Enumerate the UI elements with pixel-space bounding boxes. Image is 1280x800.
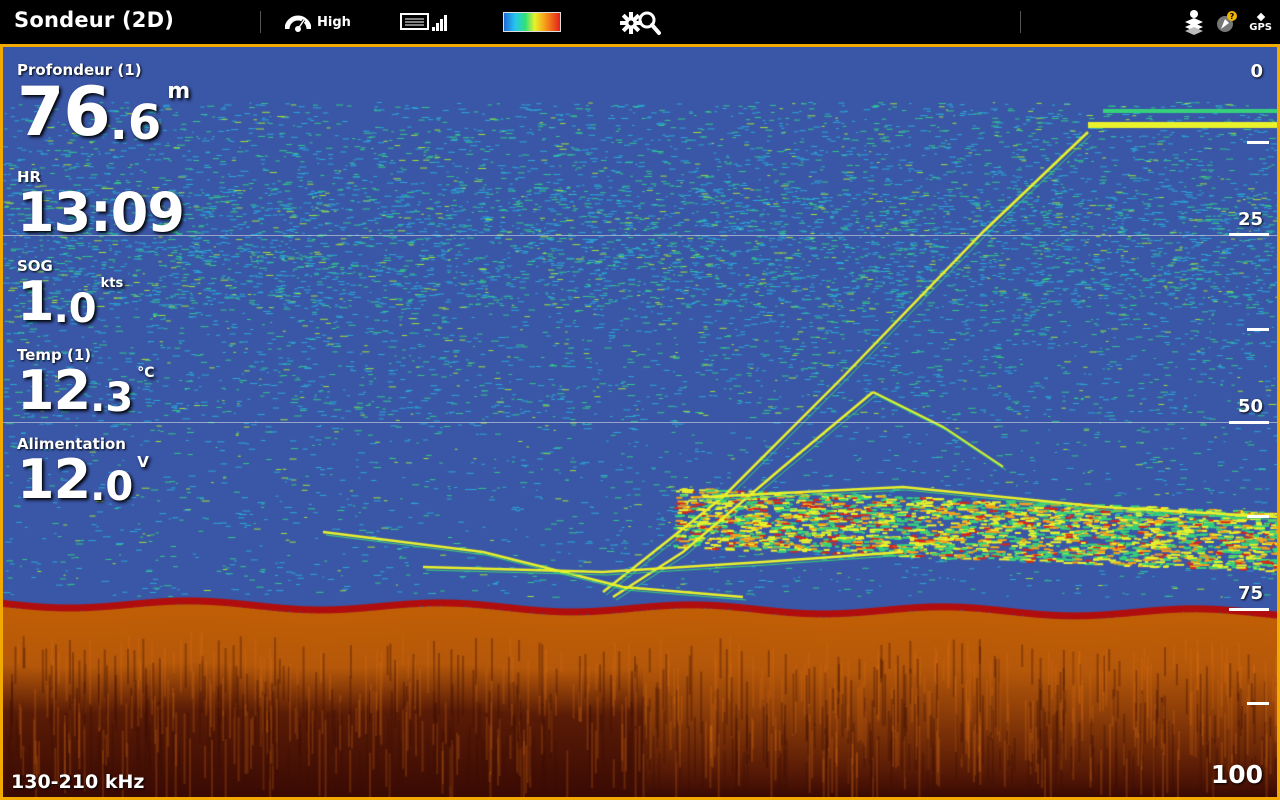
alarm-icon[interactable]: ? <box>1215 10 1239 34</box>
depth-scale-tick <box>1247 702 1269 705</box>
depth-readout-unit: m <box>167 79 191 104</box>
gps-signal-icon <box>1256 12 1265 21</box>
sog-readout[interactable]: SOG 1 .0 kts <box>17 257 123 329</box>
gps-icon[interactable]: GPS <box>1249 12 1272 33</box>
depth-scale-label: 50 <box>1237 396 1263 417</box>
svg-text:?: ? <box>1230 12 1235 21</box>
sog-readout-int: 1 <box>17 270 55 333</box>
layers-icon[interactable] <box>1183 9 1205 35</box>
sensitivity-label: High <box>317 14 351 30</box>
signal-bars-icon <box>432 15 447 31</box>
depth-scale-label: 25 <box>1237 209 1263 230</box>
temp-readout-dec: .3 <box>90 375 134 421</box>
depth-readout-int: 76 <box>17 73 111 152</box>
depth-scale-label: 75 <box>1237 583 1263 604</box>
depth-readout-dec: .6 <box>109 95 162 151</box>
frequency-label: 130-210 kHz <box>11 771 145 793</box>
depth-scale-tick <box>1229 421 1269 424</box>
page-title: Sondeur (2D) <box>14 8 175 32</box>
settings-zoom-button[interactable] <box>620 9 662 41</box>
depth-grid-line <box>3 422 1277 423</box>
toolbar-divider <box>1020 11 1021 33</box>
depth-scale-tick <box>1229 608 1269 611</box>
depth-scale-tick <box>1247 141 1269 144</box>
sensitivity-button[interactable]: High <box>285 10 351 34</box>
chart-view-icon <box>400 13 447 31</box>
temp-readout-unit: °C <box>137 365 155 381</box>
toolbar-divider <box>260 11 261 33</box>
status-icons: ? GPS <box>1183 8 1272 36</box>
power-readout-dec: .0 <box>90 464 134 510</box>
sonar-pane[interactable]: 0 25 50 75 Profondeur (1) 76 .6 m HR 13:… <box>0 44 1280 800</box>
power-readout-unit: V <box>137 453 149 471</box>
time-readout[interactable]: HR 13:09 <box>17 168 185 244</box>
depth-range-label: 100 <box>1210 760 1263 789</box>
power-readout[interactable]: Alimentation 12 .0 V <box>17 435 149 507</box>
depth-readout[interactable]: Profondeur (1) 76 .6 m <box>17 61 190 147</box>
temp-readout-int: 12 <box>17 359 91 422</box>
depth-scale-tick <box>1229 233 1269 236</box>
depth-grid-line <box>3 235 1277 236</box>
depth-scale-label: 0 <box>1250 61 1263 82</box>
sensitivity-icon <box>285 15 311 32</box>
sog-readout-unit: kts <box>100 276 124 291</box>
time-readout-value: 13:09 <box>17 181 185 244</box>
color-palette-button[interactable] <box>503 12 561 32</box>
temp-readout[interactable]: Temp (1) 12 .3 °C <box>17 346 154 418</box>
top-bar: Sondeur (2D) High ? GPS <box>0 0 1280 44</box>
settings-zoom-icon <box>620 11 661 35</box>
gps-label: GPS <box>1249 21 1272 33</box>
sog-readout-dec: .0 <box>53 286 97 332</box>
chart-view-button[interactable] <box>400 11 450 37</box>
power-readout-int: 12 <box>17 448 91 511</box>
depth-scale-tick <box>1247 515 1269 518</box>
depth-scale-tick <box>1247 328 1269 331</box>
